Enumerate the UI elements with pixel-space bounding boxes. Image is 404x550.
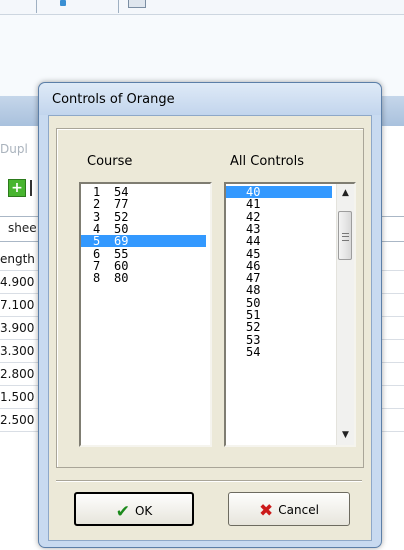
course-list-item[interactable]: 4 50: [81, 223, 206, 235]
cancel-button[interactable]: ✖ Cancel: [228, 492, 350, 526]
scroll-down-arrow-icon[interactable]: ▼: [337, 427, 354, 444]
control-list-item[interactable]: 50: [226, 297, 332, 309]
scroll-thumb[interactable]: [338, 211, 352, 260]
course-list-item[interactable]: 3 52: [81, 211, 206, 223]
control-list-item[interactable]: 47: [226, 272, 332, 284]
course-listbox[interactable]: 1 54 2 77 3 52 4 50 5 69 6 55 7 60 8 80: [79, 182, 212, 447]
dialog-titlebar[interactable]: Controls of Orange: [39, 83, 381, 115]
control-list-item[interactable]: 52: [226, 321, 332, 333]
course-list-item[interactable]: 7 60: [81, 260, 206, 272]
background-toolbar: [0, 0, 404, 15]
control-list-item[interactable]: 45: [226, 248, 332, 260]
sheet-label: shee: [8, 221, 37, 235]
scroll-up-arrow-icon[interactable]: ▲: [337, 185, 354, 202]
course-list-item[interactable]: 5 69: [81, 235, 206, 248]
control-list-item[interactable]: 54: [226, 346, 332, 358]
course-list-item[interactable]: 1 54: [81, 186, 206, 198]
all-controls-label: All Controls: [230, 154, 305, 169]
add-plus-icon[interactable]: +: [8, 179, 26, 197]
toolbar-window-icon[interactable]: [128, 0, 146, 8]
course-list-item[interactable]: 6 55: [81, 248, 206, 260]
button-separator: [56, 480, 362, 482]
cross-icon: ✖: [259, 500, 274, 521]
tab-edge: [30, 180, 32, 196]
checkmark-icon: ✔: [115, 501, 130, 522]
control-list-item[interactable]: 41: [226, 198, 332, 210]
course-list-item[interactable]: 2 77: [81, 198, 206, 210]
control-list-item[interactable]: 51: [226, 309, 332, 321]
control-list-item[interactable]: 44: [226, 235, 332, 247]
toolbar-separator: [118, 0, 119, 13]
controls-dialog: Controls of Orange Course All Controls 1…: [38, 82, 382, 548]
ok-button[interactable]: ✔ OK: [74, 492, 194, 526]
control-list-item[interactable]: 40: [226, 186, 332, 198]
course-list-item[interactable]: 8 80: [81, 272, 206, 284]
toolbar-separator: [36, 0, 37, 13]
duplicate-label: Dupl: [0, 142, 28, 156]
course-label: Course: [87, 154, 133, 169]
dialog-title: Controls of Orange: [52, 92, 175, 107]
all-controls-listbox[interactable]: 54 53 52 51 50 48 47 46 45 44 43 42 41 40 ▲ ▼: [224, 182, 356, 447]
controls-scrollbar[interactable]: ▲ ▼: [336, 184, 354, 445]
control-list-item[interactable]: 48: [226, 284, 332, 296]
toolbar-blue-icon[interactable]: [60, 0, 66, 6]
control-list-item[interactable]: 53: [226, 334, 332, 346]
dialog-client-area: Course All Controls 1 54 2 77 3 52 4 50 5 69 6 55 7 6…: [48, 115, 372, 541]
control-list-item[interactable]: 42: [226, 211, 332, 223]
control-list-item[interactable]: 43: [226, 223, 332, 235]
control-list-item[interactable]: 46: [226, 260, 332, 272]
